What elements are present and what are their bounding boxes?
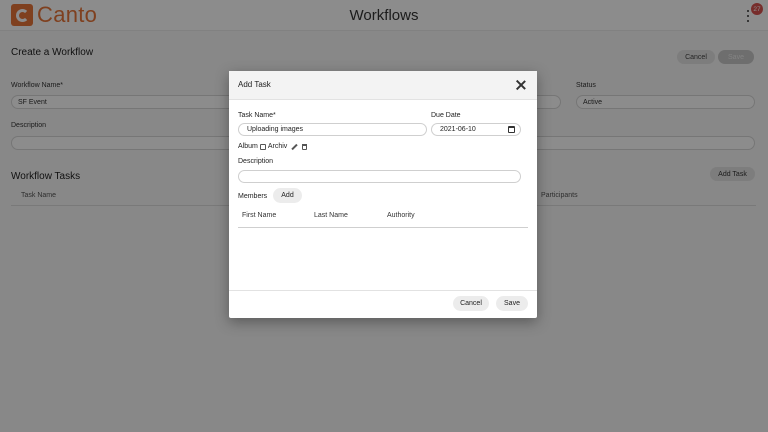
task-description-field[interactable] [238, 170, 521, 183]
due-date-label: Due Date [431, 112, 461, 119]
close-icon[interactable] [515, 79, 527, 91]
members-table-divider [238, 227, 528, 228]
trash-icon[interactable] [302, 143, 308, 150]
edit-icon[interactable] [291, 143, 298, 150]
dialog-cancel-button[interactable]: Cancel [453, 296, 489, 311]
column-last-name: Last Name [314, 212, 348, 219]
task-description-label: Description [238, 158, 274, 165]
breadcrumb-item[interactable]: Archiv [268, 143, 287, 150]
add-task-dialog: Add Task Task Name* Uploading images Due… [229, 71, 537, 318]
album-icon [259, 143, 266, 150]
due-date-value: 2021-06-10 [440, 126, 476, 133]
task-name-label: Task Name* [238, 112, 276, 119]
column-authority: Authority [387, 212, 415, 219]
members-label: Members [238, 193, 268, 200]
dialog-footer-divider [229, 290, 537, 291]
column-first-name: First Name [242, 212, 277, 219]
dialog-header: Add Task [229, 71, 537, 100]
dialog-save-button[interactable]: Save [496, 296, 528, 311]
task-name-field[interactable]: Uploading images [238, 123, 427, 136]
dialog-title: Add Task [238, 80, 271, 89]
breadcrumb-album[interactable]: Album [238, 143, 258, 150]
add-member-button[interactable]: Add [273, 188, 302, 203]
breadcrumb: Album Archiv [238, 143, 308, 150]
calendar-icon[interactable] [508, 126, 515, 133]
